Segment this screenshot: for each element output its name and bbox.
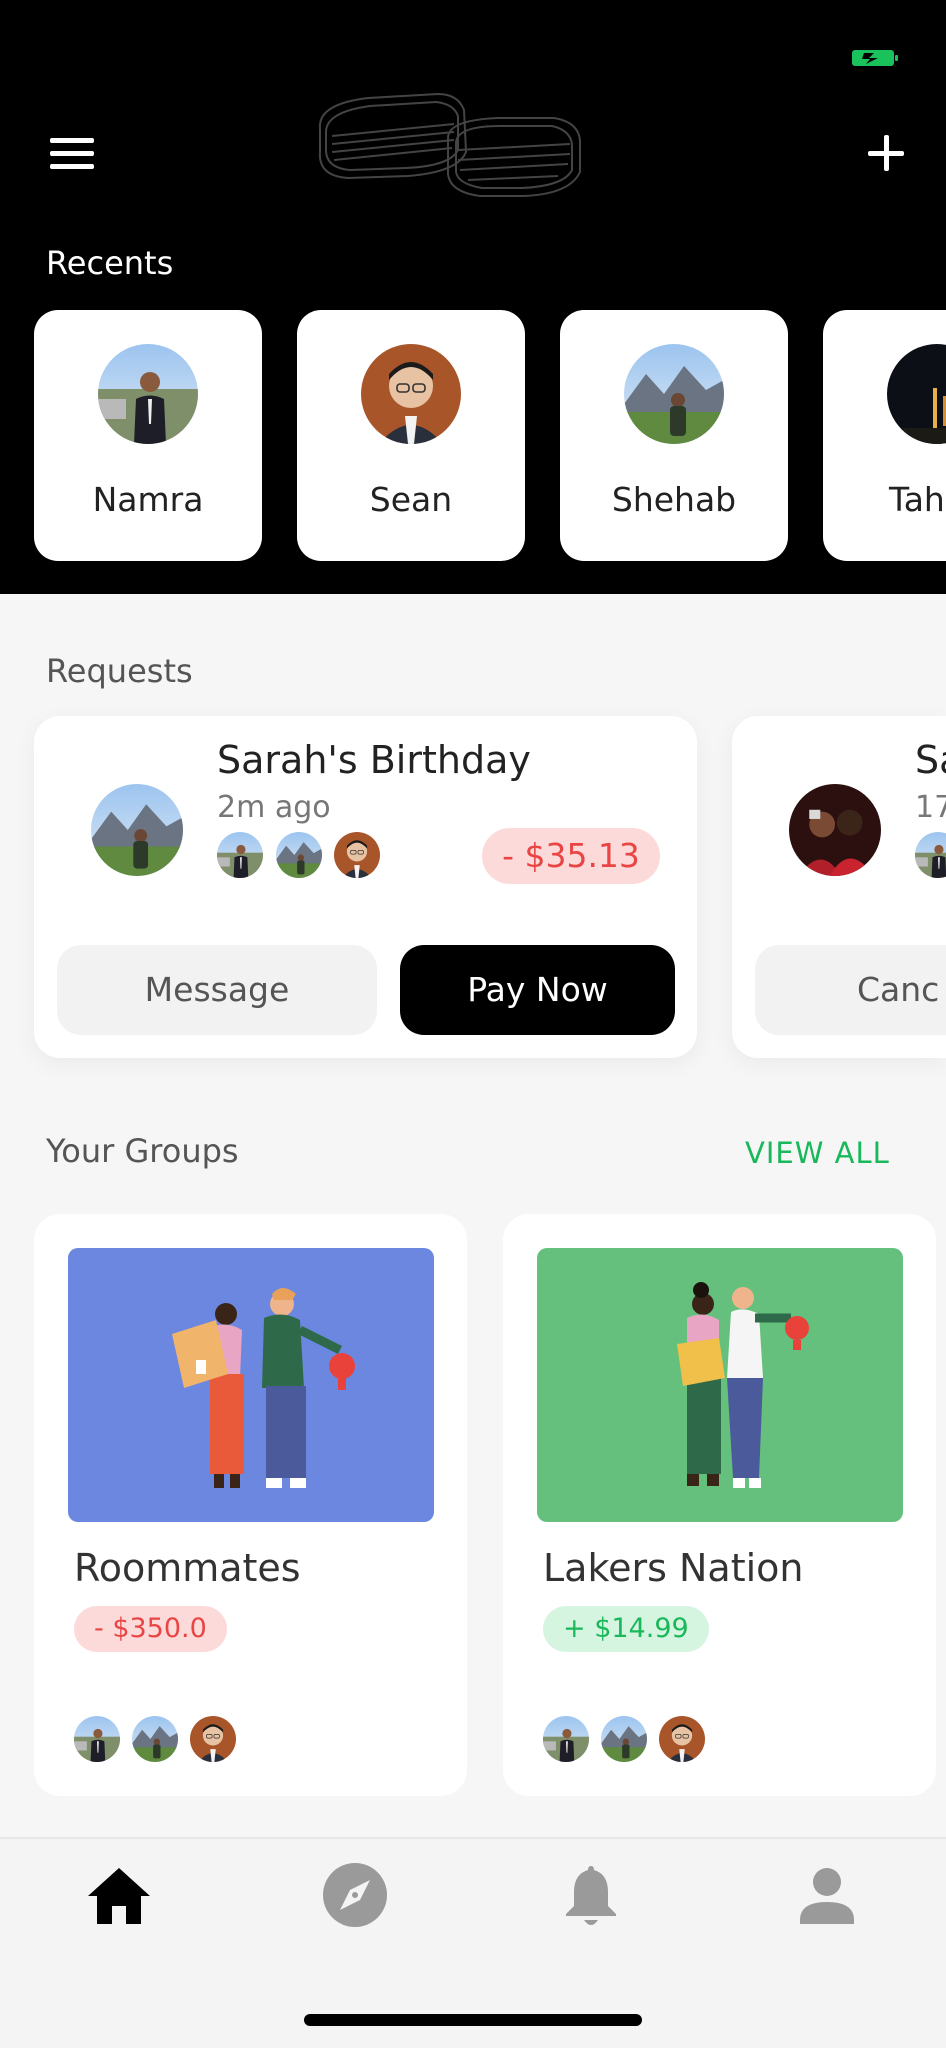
- requests-title: Requests: [46, 652, 193, 690]
- group-name: Lakers Nation: [543, 1546, 804, 1590]
- avatar: [789, 784, 881, 876]
- member-avatar: [132, 1716, 178, 1762]
- member-avatar: [601, 1716, 647, 1762]
- bell-icon[interactable]: [556, 1860, 626, 1930]
- request-card[interactable]: Sarah's Birthday 2m ago - $35.13 Message…: [34, 716, 697, 1058]
- request-title: Sa: [915, 738, 946, 782]
- recent-contact-name: Shehab: [611, 480, 737, 519]
- recent-contact-shehab[interactable]: Shehab: [560, 310, 788, 561]
- recent-contact-sean[interactable]: Sean: [297, 310, 525, 561]
- add-button[interactable]: [866, 133, 906, 173]
- member-avatar: [543, 1716, 589, 1762]
- person-icon[interactable]: [792, 1860, 862, 1930]
- app-logo: [318, 92, 581, 197]
- battery-icon: [852, 50, 898, 66]
- home-icon[interactable]: [84, 1860, 154, 1930]
- request-amount: - $35.13: [482, 828, 660, 884]
- recent-contact-name: Tah: [889, 480, 945, 519]
- header: Recents Namra Sean Shehab Tah: [0, 0, 946, 594]
- member-avatar: [276, 832, 322, 878]
- group-illustration: [537, 1248, 903, 1522]
- member-avatar: [915, 832, 946, 878]
- avatar: [98, 344, 198, 444]
- cancel-button[interactable]: Canc: [755, 945, 946, 1035]
- avatar: [624, 344, 724, 444]
- group-card-lakers-nation[interactable]: Lakers Nation + $14.99: [503, 1214, 936, 1796]
- view-all-link[interactable]: VIEW ALL: [745, 1136, 890, 1170]
- avatar: [91, 784, 183, 876]
- hamburger-menu-button[interactable]: [50, 138, 94, 170]
- request-card[interactable]: Sa 17 Canc: [732, 716, 946, 1058]
- compass-icon[interactable]: [320, 1860, 390, 1930]
- recent-contact-namra[interactable]: Namra: [34, 310, 262, 561]
- recents-title: Recents: [46, 244, 174, 282]
- avatar: [887, 344, 946, 444]
- pay-now-button[interactable]: Pay Now: [400, 945, 675, 1035]
- recent-contact-name: Namra: [92, 480, 204, 519]
- recent-contact-tah[interactable]: Tah: [823, 310, 946, 561]
- group-illustration: [68, 1248, 434, 1522]
- request-title: Sarah's Birthday: [217, 738, 531, 782]
- member-avatar: [74, 1716, 120, 1762]
- member-avatar: [659, 1716, 705, 1762]
- group-balance: + $14.99: [543, 1606, 709, 1652]
- member-avatar: [217, 832, 263, 878]
- member-avatar: [334, 832, 380, 878]
- message-button[interactable]: Message: [57, 945, 377, 1035]
- avatar: [361, 344, 461, 444]
- request-time: 2m ago: [217, 790, 331, 825]
- home-indicator: [304, 2014, 642, 2026]
- groups-title: Your Groups: [46, 1132, 239, 1170]
- recent-contact-name: Sean: [369, 480, 453, 519]
- member-avatar: [190, 1716, 236, 1762]
- request-time: 17: [915, 790, 946, 825]
- group-name: Roommates: [74, 1546, 301, 1590]
- group-balance: - $350.0: [74, 1606, 227, 1652]
- group-card-roommates[interactable]: Roommates - $350.0: [34, 1214, 467, 1796]
